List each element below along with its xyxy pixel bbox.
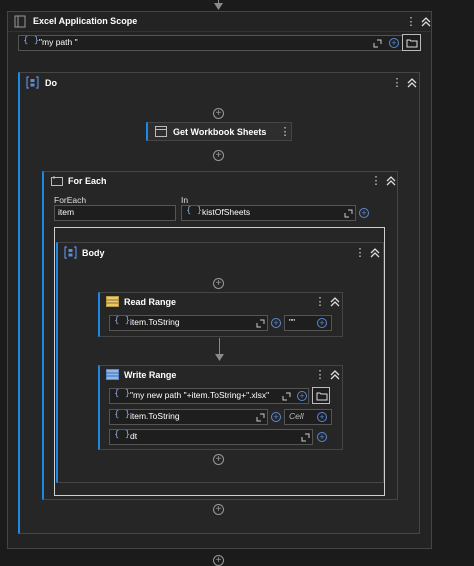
add-activity-icon[interactable]: + <box>213 278 224 289</box>
read-range-more-icon[interactable]: ⋮ <box>314 295 326 309</box>
folder-icon <box>406 39 418 48</box>
scope-collapse-icon[interactable] <box>419 15 433 29</box>
write-range-title: Write Range <box>124 370 177 380</box>
for-each-collapse-icon[interactable] <box>384 174 398 188</box>
add-variable-icon[interactable]: + <box>317 412 327 422</box>
scope-title: Excel Application Scope <box>33 16 138 26</box>
write-datatable-value: dt <box>130 431 138 441</box>
do-header: Do ⋮ <box>20 73 419 93</box>
write-datatable-field[interactable]: { } dt <box>109 429 313 445</box>
foreach-label: ForEach <box>54 195 87 205</box>
expand-editor-icon[interactable] <box>256 319 265 328</box>
read-range-value: "" <box>289 317 296 327</box>
in-label: In <box>181 195 189 205</box>
add-variable-icon[interactable]: + <box>297 391 307 401</box>
read-range-collapse-icon[interactable] <box>328 295 342 309</box>
write-range-more-icon[interactable]: ⋮ <box>314 368 326 382</box>
for-each-title: For Each <box>68 176 107 186</box>
write-cell-placeholder: Cell <box>289 411 304 421</box>
add-activity-icon[interactable]: + <box>213 555 224 566</box>
expression-brace-icon: { } <box>114 389 131 399</box>
expression-brace-icon: { } <box>186 206 203 216</box>
workbook-path-field[interactable]: { } "my path " <box>18 35 403 51</box>
expression-brace-icon: { } <box>114 316 131 326</box>
add-activity-icon[interactable]: + <box>213 504 224 515</box>
write-path-field[interactable]: { } "my new path "+item.ToString+".xlsx" <box>109 388 309 404</box>
browse-folder-button[interactable] <box>312 387 330 404</box>
for-each-icon <box>51 176 63 186</box>
add-activity-icon[interactable]: + <box>213 454 224 465</box>
add-variable-icon[interactable]: + <box>271 318 281 328</box>
read-sheet-name-value: item.ToString <box>130 317 180 327</box>
do-collapse-icon[interactable] <box>405 76 419 90</box>
read-range-title: Read Range <box>124 297 177 307</box>
for-each-header: For Each ⋮ <box>44 172 397 192</box>
body-title: Body <box>82 248 105 258</box>
write-path-value: "my new path "+item.ToString+".xlsx" <box>130 390 270 400</box>
expand-editor-icon[interactable] <box>282 392 291 401</box>
excel-scope-icon <box>14 15 26 28</box>
body-more-icon[interactable]: ⋮ <box>354 246 366 260</box>
connector-arrow-icon <box>215 354 224 361</box>
in-collection-field[interactable]: { } kistOfSheets <box>181 205 356 221</box>
get-sheets-title: Get Workbook Sheets <box>173 127 267 137</box>
sheets-icon <box>155 126 167 137</box>
scope-more-icon[interactable]: ⋮ <box>405 15 417 29</box>
get-sheets-more-icon[interactable]: ⋮ <box>279 125 291 139</box>
expression-brace-icon: { } <box>114 410 131 420</box>
connector-arrow-icon <box>214 3 223 10</box>
add-variable-icon[interactable]: + <box>389 38 399 48</box>
add-variable-icon[interactable]: + <box>271 412 281 422</box>
write-range-collapse-icon[interactable] <box>328 368 342 382</box>
for-each-more-icon[interactable]: ⋮ <box>370 174 382 188</box>
expand-editor-icon[interactable] <box>256 413 265 422</box>
expand-editor-icon[interactable] <box>344 209 353 218</box>
read-range-icon <box>106 296 119 307</box>
do-more-icon[interactable]: ⋮ <box>391 76 403 90</box>
add-variable-icon[interactable]: + <box>317 318 327 328</box>
get-workbook-sheets-activity[interactable]: Get Workbook Sheets ⋮ <box>146 122 292 141</box>
foreach-item-value: item <box>58 207 75 217</box>
scope-header: Excel Application Scope ⋮ <box>8 12 431 32</box>
body-header: Body ⋮ <box>58 243 383 263</box>
expression-brace-icon: { } <box>114 430 131 440</box>
folder-icon <box>316 392 328 401</box>
in-collection-value: kistOfSheets <box>202 207 251 217</box>
add-activity-icon[interactable]: + <box>213 150 224 161</box>
sequence-icon <box>26 76 39 89</box>
add-variable-icon[interactable]: + <box>317 432 327 442</box>
write-sheet-name-value: item.ToString <box>130 411 180 421</box>
foreach-item-field[interactable]: item <box>54 205 176 221</box>
do-title: Do <box>45 78 57 88</box>
sequence-icon <box>64 246 77 259</box>
add-variable-icon[interactable]: + <box>359 208 369 218</box>
expand-editor-icon[interactable] <box>301 433 310 442</box>
expression-brace-icon: { } <box>23 36 40 46</box>
browse-folder-button[interactable] <box>402 34 421 51</box>
body-collapse-icon[interactable] <box>368 246 382 260</box>
expand-editor-icon[interactable] <box>373 39 382 48</box>
read-sheet-name-field[interactable]: { } item.ToString <box>109 315 268 331</box>
write-range-icon <box>106 369 119 380</box>
workbook-path-value: "my path " <box>39 37 78 47</box>
add-activity-icon[interactable]: + <box>213 108 224 119</box>
write-sheet-name-field[interactable]: { } item.ToString <box>109 409 268 425</box>
